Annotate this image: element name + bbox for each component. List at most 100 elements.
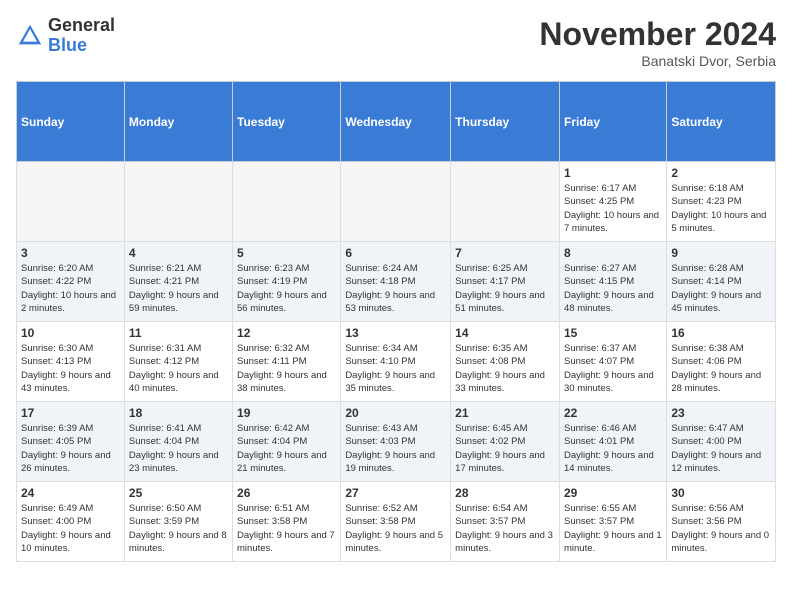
logo-text: General Blue [48, 16, 115, 56]
day-number: 1 [564, 166, 662, 180]
day-number: 16 [671, 326, 771, 340]
day-info: Sunrise: 6:41 AM Sunset: 4:04 PM Dayligh… [129, 422, 228, 475]
day-number: 18 [129, 406, 228, 420]
day-number: 17 [21, 406, 120, 420]
calendar-day-cell: 9Sunrise: 6:28 AM Sunset: 4:14 PM Daylig… [667, 242, 776, 322]
calendar-day-cell: 20 Sunrise: 6:43 AM Sunset: 4:03 PM Dayli… [341, 402, 451, 482]
calendar-day-cell [233, 162, 341, 242]
day-number: 11 [129, 326, 228, 340]
day-info: Sunrise: 6:17 AM Sunset: 4:25 PM Dayligh… [564, 182, 662, 235]
day-number: 4 [129, 246, 228, 260]
weekday-header: Monday [124, 82, 232, 162]
day-number: 3 [21, 246, 120, 260]
logo-icon [16, 22, 44, 50]
calendar-week-row: 24 Sunrise: 6:49 AM Sunset: 4:00 PM Dayli… [17, 482, 776, 562]
day-number: 19 [237, 406, 336, 420]
day-number: 27 [345, 486, 446, 500]
day-info: Sunrise: 6:43 AM Sunset: 4:03 PM Dayligh… [345, 422, 446, 475]
day-info: Sunrise: 6:20 AM Sunset: 4:22 PM Dayligh… [21, 262, 120, 315]
calendar-day-cell: 27Sunrise: 6:52 AM Sunset: 3:58 PM Dayli… [341, 482, 451, 562]
calendar-day-cell: 2Sunrise: 6:18 AM Sunset: 4:23 PM Daylig… [667, 162, 776, 242]
calendar-day-cell: 5Sunrise: 6:23 AM Sunset: 4:19 PM Daylig… [233, 242, 341, 322]
day-info: Sunrise: 6:34 AM Sunset: 4:10 PM Dayligh… [345, 342, 446, 395]
day-number: 15 [564, 326, 662, 340]
calendar-week-row: 10 Sunrise: 6:30 AM Sunset: 4:13 PM Dayli… [17, 322, 776, 402]
calendar-day-cell: 28 Sunrise: 6:54 AM Sunset: 3:57 PM Dayli… [451, 482, 560, 562]
day-info: Sunrise: 6:27 AM Sunset: 4:15 PM Dayligh… [564, 262, 662, 315]
calendar-week-row: 3 Sunrise: 6:20 AM Sunset: 4:22 PM Daylig… [17, 242, 776, 322]
page-header: General Blue November 2024 Banatski Dvor… [16, 16, 776, 69]
day-number: 21 [455, 406, 555, 420]
calendar-day-cell: 8 Sunrise: 6:27 AM Sunset: 4:15 PM Daylig… [559, 242, 666, 322]
day-info: Sunrise: 6:39 AM Sunset: 4:05 PM Dayligh… [21, 422, 120, 475]
calendar: SundayMondayTuesdayWednesdayThursdayFrid… [16, 81, 776, 562]
calendar-day-cell: 12Sunrise: 6:32 AM Sunset: 4:11 PM Dayli… [233, 322, 341, 402]
calendar-day-cell: 25 Sunrise: 6:50 AM Sunset: 3:59 PM Dayli… [124, 482, 232, 562]
weekday-header: Saturday [667, 82, 776, 162]
day-number: 8 [564, 246, 662, 260]
calendar-day-cell: 15Sunrise: 6:37 AM Sunset: 4:07 PM Dayli… [559, 322, 666, 402]
logo-blue: Blue [48, 36, 115, 56]
day-number: 10 [21, 326, 120, 340]
day-info: Sunrise: 6:50 AM Sunset: 3:59 PM Dayligh… [129, 502, 228, 555]
day-number: 7 [455, 246, 555, 260]
day-number: 14 [455, 326, 555, 340]
day-info: Sunrise: 6:35 AM Sunset: 4:08 PM Dayligh… [455, 342, 555, 395]
day-info: Sunrise: 6:31 AM Sunset: 4:12 PM Dayligh… [129, 342, 228, 395]
day-info: Sunrise: 6:32 AM Sunset: 4:11 PM Dayligh… [237, 342, 336, 395]
day-info: Sunrise: 6:51 AM Sunset: 3:58 PM Dayligh… [237, 502, 336, 555]
day-info: Sunrise: 6:46 AM Sunset: 4:01 PM Dayligh… [564, 422, 662, 475]
day-number: 20 [345, 406, 446, 420]
day-number: 28 [455, 486, 555, 500]
calendar-day-cell: 10 Sunrise: 6:30 AM Sunset: 4:13 PM Dayli… [17, 322, 125, 402]
weekday-header: Friday [559, 82, 666, 162]
title-block: November 2024 Banatski Dvor, Serbia [539, 16, 776, 69]
calendar-day-cell: 7 Sunrise: 6:25 AM Sunset: 4:17 PM Daylig… [451, 242, 560, 322]
logo: General Blue [16, 16, 115, 56]
day-info: Sunrise: 6:38 AM Sunset: 4:06 PM Dayligh… [671, 342, 771, 395]
day-number: 9 [671, 246, 771, 260]
calendar-day-cell: 18 Sunrise: 6:41 AM Sunset: 4:04 PM Dayli… [124, 402, 232, 482]
day-number: 30 [671, 486, 771, 500]
day-number: 25 [129, 486, 228, 500]
calendar-day-cell [17, 162, 125, 242]
location: Banatski Dvor, Serbia [539, 53, 776, 69]
day-number: 23 [671, 406, 771, 420]
weekday-header: Thursday [451, 82, 560, 162]
calendar-week-row: 17 Sunrise: 6:39 AM Sunset: 4:05 PM Dayli… [17, 402, 776, 482]
calendar-day-cell: 1 Sunrise: 6:17 AM Sunset: 4:25 PM Daylig… [559, 162, 666, 242]
calendar-day-cell: 23 Sunrise: 6:47 AM Sunset: 4:00 PM Dayli… [667, 402, 776, 482]
day-number: 5 [237, 246, 336, 260]
calendar-day-cell [124, 162, 232, 242]
calendar-day-cell: 26 Sunrise: 6:51 AM Sunset: 3:58 PM Dayli… [233, 482, 341, 562]
calendar-day-cell: 24 Sunrise: 6:49 AM Sunset: 4:00 PM Dayli… [17, 482, 125, 562]
day-info: Sunrise: 6:55 AM Sunset: 3:57 PM Dayligh… [564, 502, 662, 555]
day-info: Sunrise: 6:42 AM Sunset: 4:04 PM Dayligh… [237, 422, 336, 475]
calendar-day-cell: 3 Sunrise: 6:20 AM Sunset: 4:22 PM Daylig… [17, 242, 125, 322]
logo-general: General [48, 16, 115, 36]
calendar-day-cell: 6Sunrise: 6:24 AM Sunset: 4:18 PM Daylig… [341, 242, 451, 322]
weekday-header-row: SundayMondayTuesdayWednesdayThursdayFrid… [17, 82, 776, 162]
weekday-header: Wednesday [341, 82, 451, 162]
day-info: Sunrise: 6:24 AM Sunset: 4:18 PM Dayligh… [345, 262, 446, 315]
day-info: Sunrise: 6:47 AM Sunset: 4:00 PM Dayligh… [671, 422, 771, 475]
day-number: 24 [21, 486, 120, 500]
calendar-day-cell: 11 Sunrise: 6:31 AM Sunset: 4:12 PM Dayli… [124, 322, 232, 402]
day-info: Sunrise: 6:25 AM Sunset: 4:17 PM Dayligh… [455, 262, 555, 315]
calendar-day-cell: 29Sunrise: 6:55 AM Sunset: 3:57 PM Dayli… [559, 482, 666, 562]
calendar-day-cell: 21 Sunrise: 6:45 AM Sunset: 4:02 PM Dayli… [451, 402, 560, 482]
day-number: 2 [671, 166, 771, 180]
day-info: Sunrise: 6:30 AM Sunset: 4:13 PM Dayligh… [21, 342, 120, 395]
calendar-day-cell: 17 Sunrise: 6:39 AM Sunset: 4:05 PM Dayli… [17, 402, 125, 482]
day-number: 13 [345, 326, 446, 340]
day-info: Sunrise: 6:54 AM Sunset: 3:57 PM Dayligh… [455, 502, 555, 555]
day-info: Sunrise: 6:56 AM Sunset: 3:56 PM Dayligh… [671, 502, 771, 555]
day-info: Sunrise: 6:45 AM Sunset: 4:02 PM Dayligh… [455, 422, 555, 475]
day-number: 26 [237, 486, 336, 500]
month-title: November 2024 [539, 16, 776, 53]
day-info: Sunrise: 6:49 AM Sunset: 4:00 PM Dayligh… [21, 502, 120, 555]
calendar-day-cell: 4Sunrise: 6:21 AM Sunset: 4:21 PM Daylig… [124, 242, 232, 322]
calendar-day-cell: 22Sunrise: 6:46 AM Sunset: 4:01 PM Dayli… [559, 402, 666, 482]
calendar-day-cell: 19 Sunrise: 6:42 AM Sunset: 4:04 PM Dayli… [233, 402, 341, 482]
calendar-day-cell: 13 Sunrise: 6:34 AM Sunset: 4:10 PM Dayli… [341, 322, 451, 402]
